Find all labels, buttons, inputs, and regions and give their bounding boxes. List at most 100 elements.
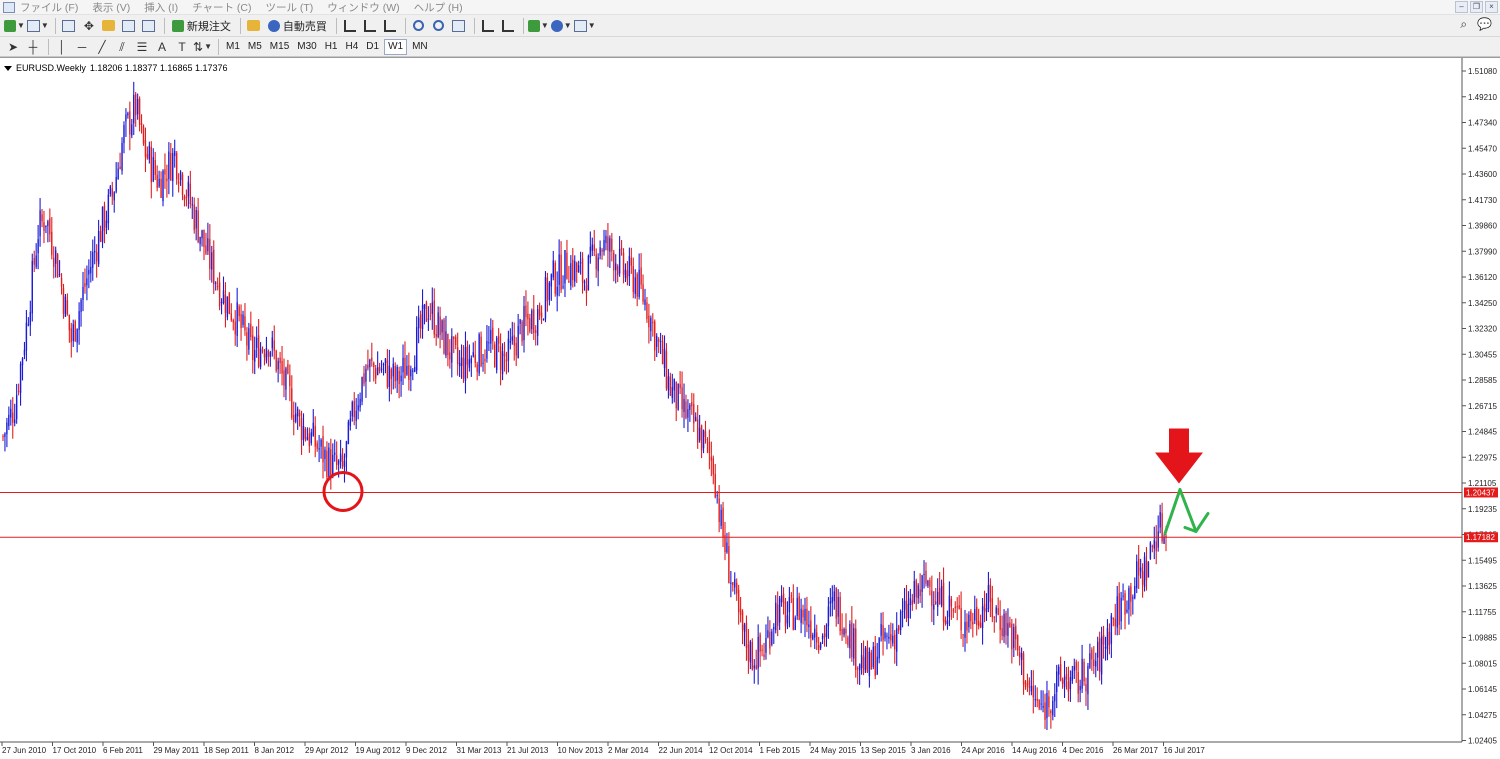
text-label-button[interactable]: T — [173, 38, 191, 56]
candle-body — [1020, 652, 1023, 660]
candle-body — [1134, 585, 1136, 599]
menu-insert[interactable]: 挿入 (I) — [144, 0, 178, 15]
green-arrowhead-icon — [1183, 511, 1210, 533]
timeframe-m30[interactable]: M30 — [294, 39, 319, 55]
new-order-button[interactable]: 新規注文 — [169, 17, 234, 35]
timeframe-mn[interactable]: MN — [409, 39, 431, 55]
candle-body — [704, 431, 707, 438]
candle-body — [810, 620, 812, 638]
candle-body — [556, 286, 558, 296]
trendline-button[interactable]: ╱ — [93, 38, 111, 56]
candle-body — [107, 194, 110, 224]
candle-body — [778, 598, 781, 623]
cursor-button[interactable]: ➤ — [4, 38, 22, 56]
candle-body — [562, 286, 564, 288]
candle-body — [527, 313, 529, 320]
menu-file[interactable]: ファイル (F) — [20, 0, 78, 15]
text-button[interactable]: A — [153, 38, 171, 56]
candle-body — [443, 319, 445, 354]
candle-body — [784, 601, 787, 627]
candle-body — [437, 312, 439, 338]
candle-body — [51, 231, 53, 256]
support-circle-annotation — [322, 470, 364, 512]
candle-body — [45, 225, 47, 228]
strategy-tester-button[interactable] — [140, 17, 158, 35]
candle-body — [330, 449, 332, 478]
data-window-button[interactable]: ✥ — [80, 17, 98, 35]
restore-button[interactable]: ❐ — [1470, 1, 1483, 13]
profiles-button[interactable]: ▼ — [26, 17, 49, 35]
timeframe-d1[interactable]: D1 — [363, 39, 382, 55]
candle-body — [677, 384, 679, 410]
chat-icon[interactable]: 💬 — [1477, 18, 1492, 30]
candle-body — [1087, 666, 1089, 695]
zoom-in-button[interactable] — [410, 17, 428, 35]
metaeditor-button[interactable] — [245, 17, 263, 35]
timeframe-w1[interactable]: W1 — [384, 38, 408, 55]
candle-body — [476, 364, 478, 372]
toolbar-separator — [404, 17, 406, 34]
candle-body — [558, 254, 560, 285]
templates-button[interactable]: ▼ — [573, 17, 596, 35]
candle-body — [293, 414, 295, 423]
market-watch-button[interactable] — [60, 17, 78, 35]
chart-shift-button[interactable] — [499, 17, 517, 35]
price-chart[interactable]: 1.51080 1.49210 1.47340 1.45470 1.43600 1.417… — [0, 58, 1500, 758]
terminal-button[interactable] — [120, 17, 138, 35]
candle-body — [322, 436, 324, 463]
close-button[interactable]: × — [1485, 1, 1498, 13]
timeframe-h1[interactable]: H1 — [322, 39, 341, 55]
auto-trading-button[interactable]: 自動売買 — [265, 17, 330, 35]
minimize-button[interactable]: – — [1455, 1, 1468, 13]
candle-body — [747, 644, 750, 661]
time-tick-label: 17 Oct 2010 — [53, 746, 97, 755]
candlestick-button[interactable] — [361, 17, 379, 35]
timeframe-m15[interactable]: M15 — [267, 39, 292, 55]
horizontal-line-button[interactable]: ─ — [73, 38, 91, 56]
timeframe-m5[interactable]: M5 — [245, 39, 265, 55]
candle-body — [574, 260, 576, 282]
candle-body — [1046, 693, 1048, 719]
tile-windows-button[interactable] — [450, 17, 468, 35]
menu-view[interactable]: 表示 (V) — [92, 0, 130, 15]
timeframe-h4[interactable]: H4 — [343, 39, 362, 55]
candle-body — [1149, 542, 1152, 559]
candle-body — [441, 320, 443, 333]
line-chart-button[interactable] — [381, 17, 399, 35]
candle-body — [858, 664, 861, 671]
indicators-button[interactable]: ▼ — [527, 17, 549, 35]
candle-body — [511, 336, 514, 341]
bar-chart-button[interactable] — [341, 17, 359, 35]
arrows-button[interactable]: ⇅ ▼ — [193, 38, 212, 56]
candle-body — [603, 240, 605, 252]
channel-button[interactable]: ⫽ — [113, 38, 131, 56]
channel-icon: ⫽ — [119, 39, 125, 54]
candle-body — [933, 604, 935, 610]
bar-chart-icon — [343, 19, 356, 32]
menu-chart[interactable]: チャート (C) — [192, 0, 251, 15]
candle-body — [950, 598, 953, 607]
crosshair-button[interactable]: ┼ — [24, 38, 42, 56]
candle-body — [938, 587, 941, 605]
menu-tools[interactable]: ツール (T) — [265, 0, 313, 15]
timeframe-m1[interactable]: M1 — [223, 39, 243, 55]
chevron-down-icon: ▼ — [204, 42, 212, 51]
navigator-button[interactable] — [100, 17, 118, 35]
auto-scroll-button[interactable] — [479, 17, 497, 35]
new-chart-button[interactable]: ▼ — [4, 17, 25, 35]
cursor-icon: ➤ — [7, 39, 19, 54]
zoom-out-button[interactable] — [430, 17, 448, 35]
candle-body — [1089, 653, 1091, 668]
menu-window[interactable]: ウィンドウ (W) — [327, 0, 399, 15]
vertical-line-button[interactable]: │ — [53, 38, 71, 56]
candle-body — [929, 580, 931, 587]
arrows-icon: ⇅ — [193, 39, 204, 54]
periods-button[interactable]: ▼ — [550, 17, 572, 35]
search-icon[interactable]: ⌕ — [1460, 18, 1467, 30]
candle-body — [324, 449, 326, 459]
candle-body — [1118, 593, 1120, 625]
chart-window[interactable]: EURUSD.Weekly 1.18206 1.18377 1.16865 1.… — [0, 57, 1500, 759]
menu-help[interactable]: ヘルプ (H) — [414, 0, 463, 15]
chevron-down-icon: ▼ — [563, 21, 572, 30]
fibonacci-button[interactable]: ☰ — [133, 38, 151, 56]
